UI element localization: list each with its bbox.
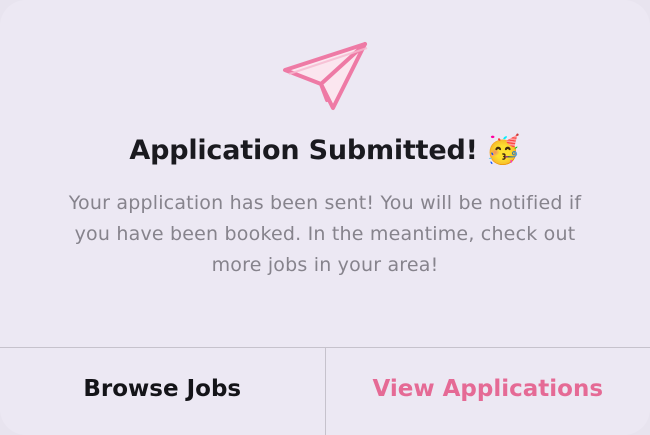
title-row: Application Submitted! 🥳 — [0, 126, 650, 174]
application-submitted-dialog: Application Submitted! 🥳 Your applicatio… — [0, 0, 650, 435]
view-applications-button[interactable]: View Applications — [326, 348, 650, 435]
browse-jobs-button[interactable]: Browse Jobs — [0, 348, 326, 435]
icon-container — [0, 38, 650, 112]
dialog-actions: Browse Jobs View Applications — [0, 347, 650, 435]
dialog-title: Application Submitted! — [129, 134, 478, 166]
paper-plane-icon — [283, 42, 368, 110]
dialog-message: Your application has been sent! You will… — [68, 192, 582, 276]
party-face-icon: 🥳 — [485, 133, 521, 166]
